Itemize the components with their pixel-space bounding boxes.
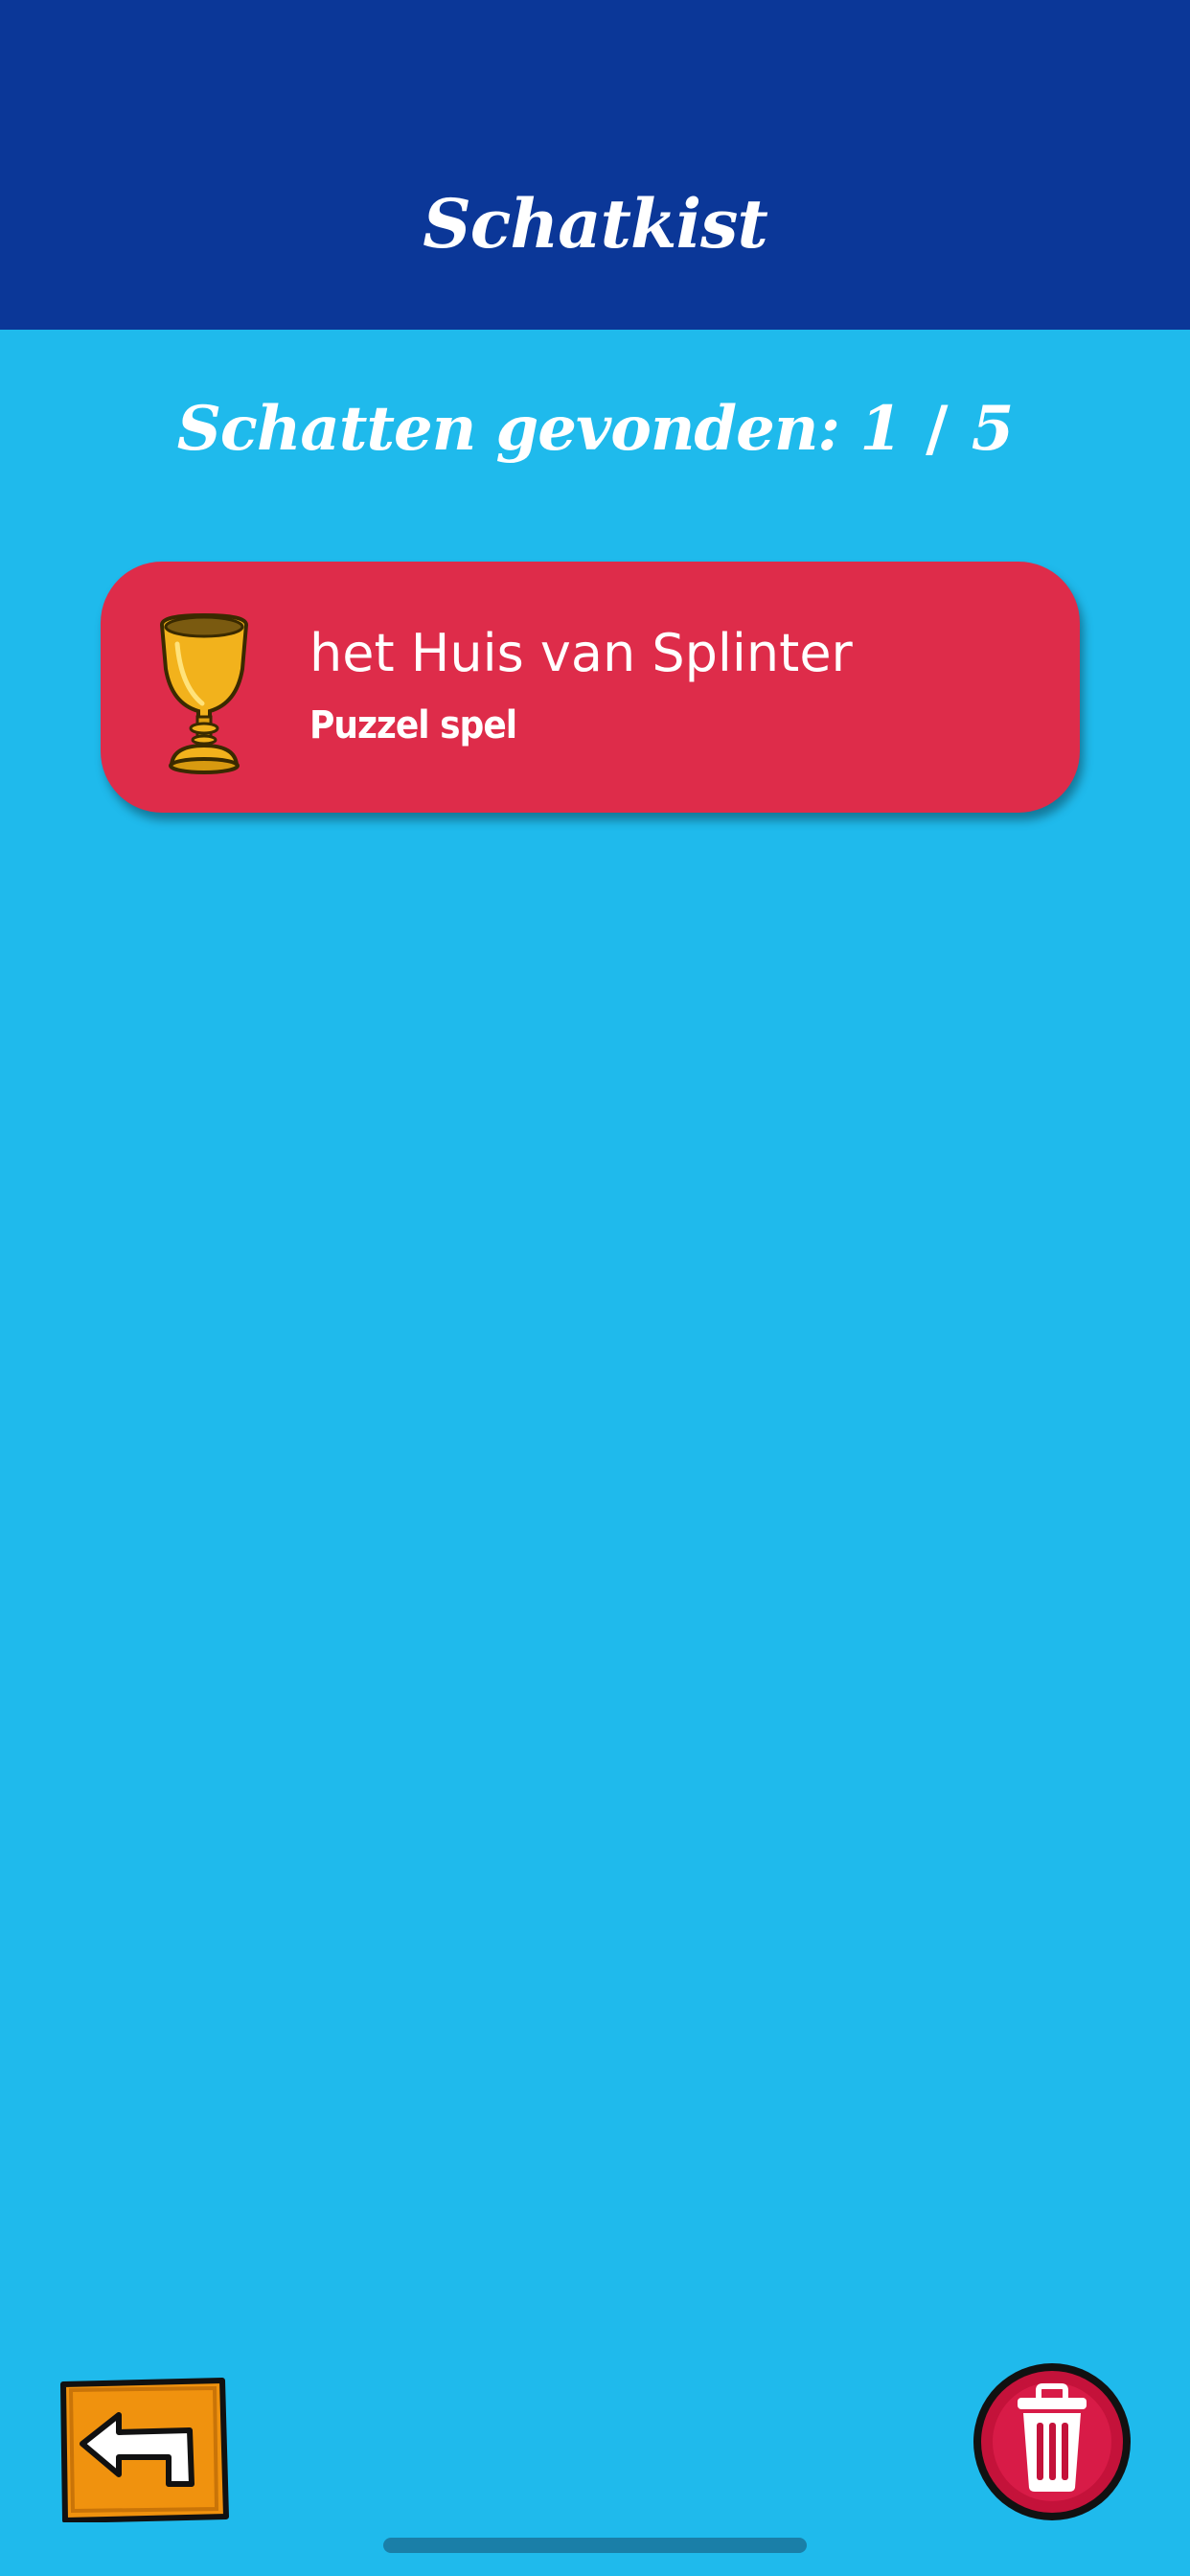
treasure-title: het Huis van Splinter (309, 623, 853, 683)
home-indicator[interactable] (383, 2538, 807, 2553)
counter-label: Schatten gevonden: (176, 393, 840, 465)
treasure-subtitle: Puzzel spel (309, 703, 517, 748)
treasure-item[interactable]: het Huis van Splinter Puzzel spel (101, 562, 1080, 813)
back-arrow-icon (60, 2378, 229, 2523)
counter-total: 5 (971, 393, 1015, 465)
counter-separator: / (926, 393, 948, 465)
counter-found: 1 (859, 393, 903, 465)
header-bar: Schatkist (0, 0, 1190, 330)
delete-button[interactable] (970, 2359, 1134, 2524)
page-title: Schatkist (423, 184, 768, 264)
trash-icon (973, 2363, 1131, 2520)
golden-goblet-icon (156, 611, 252, 774)
treasures-found-counter: Schatten gevonden: 1 / 5 (0, 393, 1190, 465)
back-button[interactable] (57, 2377, 230, 2523)
